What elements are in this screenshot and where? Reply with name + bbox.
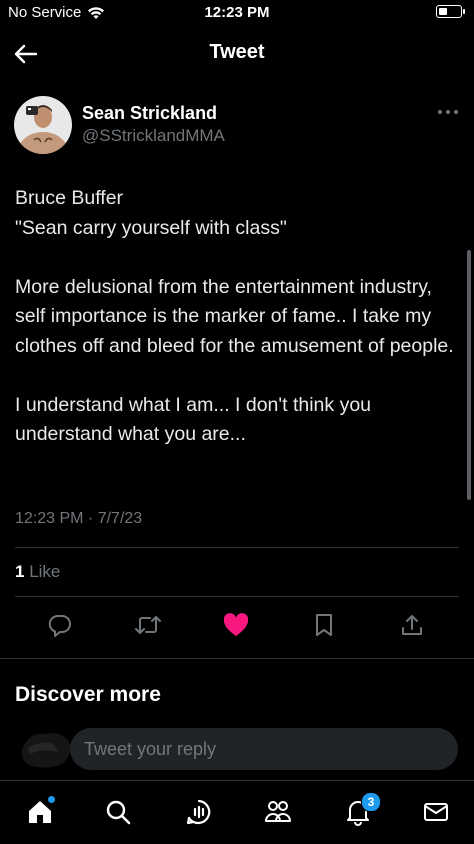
search-icon: [106, 800, 131, 825]
tab-messages[interactable]: [420, 796, 452, 828]
battery-icon: [436, 5, 465, 18]
spaces-icon: [186, 799, 211, 825]
bottom-tab-bar: 3: [0, 780, 474, 844]
home-notification-dot: [48, 796, 55, 803]
notification-badge: 3: [361, 792, 381, 812]
retweet-icon: [135, 616, 161, 634]
tweet-paragraph: More delusional from the entertainment i…: [15, 275, 454, 357]
page-title: Tweet: [209, 41, 265, 63]
tweet-text: Bruce Buffer "Sean carry yourself with c…: [15, 184, 455, 450]
user-avatar: [21, 733, 71, 768]
top-nav: Tweet: [0, 28, 474, 80]
likes-label: Like: [29, 562, 61, 581]
tweet-timestamp[interactable]: 12:23 PM · 7/7/23: [15, 510, 142, 528]
bookmark-button[interactable]: [309, 610, 339, 640]
tab-search[interactable]: [102, 796, 134, 828]
tab-home[interactable]: [24, 796, 56, 828]
likes-count-row[interactable]: 1 Like: [15, 562, 60, 582]
status-time: 12:23 PM: [204, 4, 270, 21]
envelope-icon: [424, 803, 448, 821]
retweet-button[interactable]: [133, 610, 163, 640]
tab-notifications[interactable]: 3: [342, 792, 381, 828]
discover-more-heading: Discover more: [15, 683, 161, 706]
tab-spaces[interactable]: [183, 796, 215, 828]
tab-communities[interactable]: [262, 796, 294, 828]
tweet-paragraph: Bruce Buffer "Sean carry yourself with c…: [15, 187, 287, 239]
battery-level: [439, 8, 447, 15]
communities-icon: [265, 801, 291, 822]
author-handle[interactable]: @SStricklandMMA: [82, 126, 225, 146]
share-icon: [402, 615, 422, 635]
scrollbar[interactable]: [467, 250, 471, 500]
author-name[interactable]: Sean Strickland: [82, 103, 217, 124]
share-button[interactable]: [397, 610, 427, 640]
reply-input[interactable]: [70, 728, 458, 770]
bookmark-icon: [316, 614, 332, 636]
tweet-paragraph: I understand what I am... I don't think …: [15, 393, 372, 446]
likes-count: 1: [15, 562, 25, 581]
divider: [15, 547, 459, 548]
like-icon: [223, 613, 249, 636]
like-button[interactable]: [221, 610, 251, 640]
reply-button[interactable]: [45, 610, 75, 640]
reply-composer: [0, 718, 474, 780]
avatar-image: [14, 96, 72, 154]
divider: [15, 596, 459, 597]
reply-icon: [48, 614, 71, 637]
more-options-icon[interactable]: [436, 104, 460, 120]
section-divider: [0, 658, 474, 659]
status-bar: No Service 12:23 PM: [0, 0, 474, 28]
author-avatar[interactable]: [14, 96, 72, 154]
